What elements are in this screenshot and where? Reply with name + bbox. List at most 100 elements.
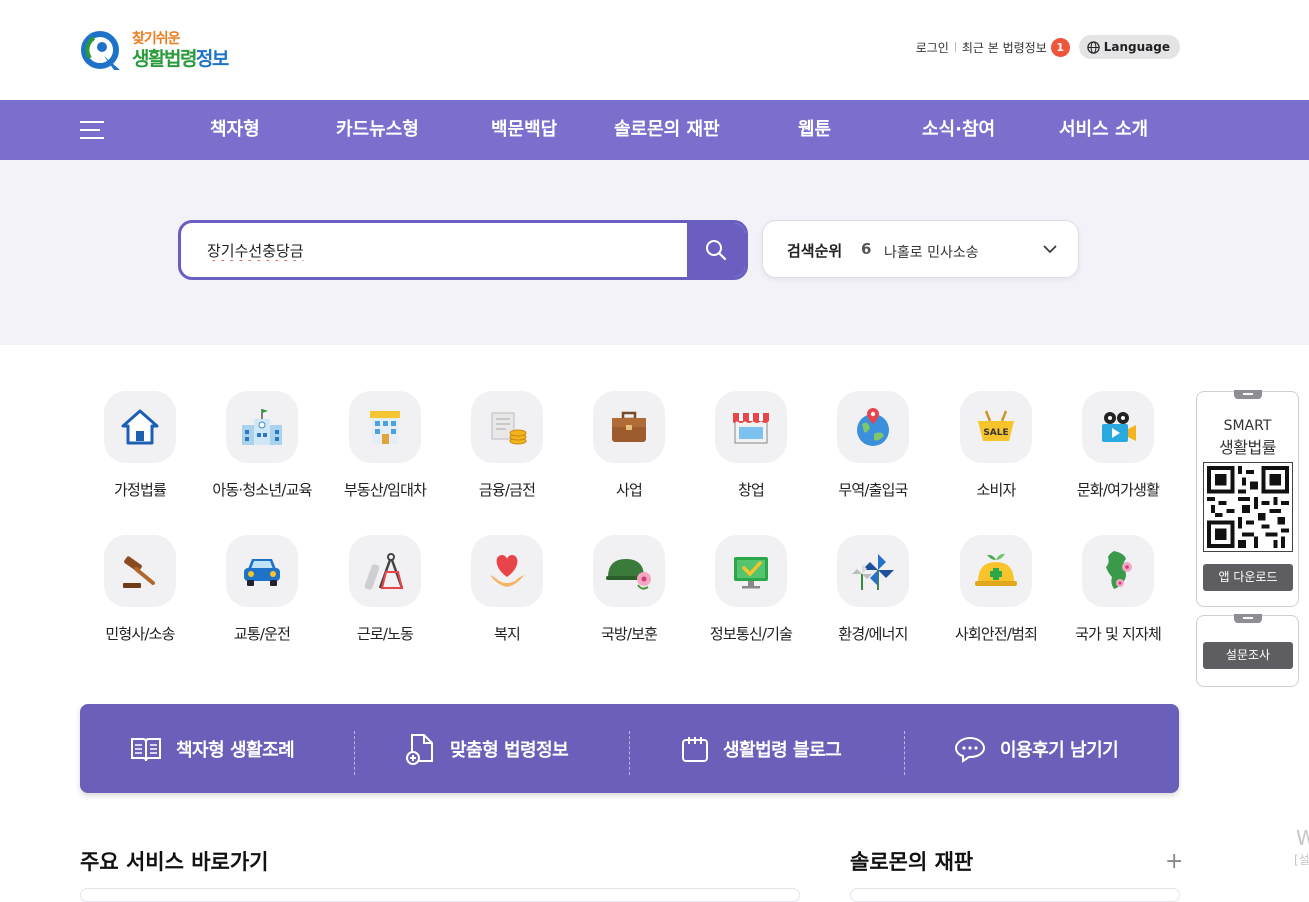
- quick-divider: [904, 731, 905, 775]
- briefcase-icon: [612, 411, 646, 442]
- korea-map-icon: [1106, 551, 1132, 589]
- gavel-icon: [123, 556, 155, 588]
- app-download-button[interactable]: 앱 다운로드: [1203, 564, 1293, 591]
- watermark-text: W: [1296, 826, 1309, 850]
- category-culture[interactable]: 문화/여가생활: [1058, 391, 1178, 500]
- smart-app-widget: SMART 생활법률 앱 다운로드: [1196, 390, 1299, 607]
- smart-label: SMART: [1223, 418, 1272, 434]
- helmet-icon: [606, 559, 651, 590]
- solomon-card: [850, 888, 1180, 902]
- main-services-card: [80, 888, 800, 902]
- smart-subtitle: 생활법률: [1219, 438, 1276, 457]
- survey-widget: 설문조사: [1196, 614, 1299, 687]
- house-icon: [121, 409, 159, 445]
- category-icon-tile: [593, 535, 665, 607]
- search-input[interactable]: [181, 223, 686, 277]
- nav-cardnews[interactable]: 카드뉴스형: [336, 100, 419, 160]
- quick-booklet-ordinance[interactable]: 책자형 생활조례: [130, 704, 295, 793]
- rank-keyword[interactable]: 나홀로 민사소송: [884, 242, 979, 262]
- nav-solomon[interactable]: 솔로몬의 재판: [614, 100, 720, 160]
- document-add-icon: [406, 733, 433, 765]
- category-traffic[interactable]: 교통/운전: [202, 535, 322, 644]
- category-business[interactable]: 사업: [569, 391, 689, 500]
- quick-divider: [354, 731, 355, 775]
- utility-menu: 로그인 최근 본 법령정보 1 Language: [916, 35, 1180, 59]
- category-icon-tile: [226, 535, 298, 607]
- quick-links-bar: 책자형 생활조례 맞춤형 법령정보 생활법령 블로그 이용후기 남기기: [80, 704, 1179, 793]
- quick-custom-law[interactable]: 맞춤형 법령정보: [404, 704, 569, 793]
- watermark-subtext: [설: [1294, 853, 1309, 867]
- pinwheel-icon: [852, 554, 894, 590]
- nav-webtoon[interactable]: 웹툰: [798, 100, 831, 160]
- category-civil-criminal[interactable]: 민형사/소송: [80, 535, 200, 644]
- category-consumer[interactable]: SALE 소비자: [936, 391, 1056, 500]
- money-icon: [491, 412, 527, 445]
- site-logo[interactable]: 찾기쉬운 생활법령정보: [80, 26, 250, 76]
- category-icon-tile: [104, 535, 176, 607]
- nav-about[interactable]: 서비스 소개: [1059, 100, 1148, 160]
- category-trade[interactable]: 무역/출입국: [813, 391, 933, 500]
- category-icon-tile: [1082, 391, 1154, 463]
- safety-helmet-icon: [975, 553, 1017, 586]
- survey-button[interactable]: 설문조사: [1203, 642, 1293, 669]
- category-education[interactable]: 아동·청소년/교육: [202, 391, 322, 500]
- drafting-tools-icon: [364, 553, 404, 590]
- solomon-heading: 솔로몬의 재판: [850, 850, 974, 874]
- category-real-estate[interactable]: 부동산/임대차: [325, 391, 445, 500]
- category-icon-tile: [1082, 535, 1154, 607]
- login-link[interactable]: 로그인: [916, 39, 949, 56]
- chat-bubble-icon: [954, 736, 986, 763]
- category-icon-tile: [104, 391, 176, 463]
- main-nav: 책자형 카드뉴스형 백문백답 솔로몬의 재판 웹툰 소식·참여 서비스 소개: [0, 100, 1309, 160]
- category-environment[interactable]: 환경/에너지: [813, 535, 933, 644]
- building-icon: [370, 411, 400, 444]
- camera-icon: [1102, 412, 1136, 442]
- heart-hands-icon: [490, 555, 524, 587]
- category-icon-tile: [226, 391, 298, 463]
- widget-tab-icon: [1234, 614, 1262, 623]
- category-icon-tile: [837, 535, 909, 607]
- chevron-down-icon[interactable]: [1042, 241, 1058, 257]
- category-family-law[interactable]: 가정법률: [80, 391, 200, 500]
- monitor-icon: [734, 557, 768, 589]
- notepad-icon: [682, 736, 708, 762]
- rank-number: 6: [861, 240, 872, 258]
- category-icon-tile: [471, 535, 543, 607]
- category-safety[interactable]: 사회안전/범죄: [936, 535, 1056, 644]
- category-defense[interactable]: 국방/보훈: [569, 535, 689, 644]
- category-finance[interactable]: 금융/금전: [447, 391, 567, 500]
- category-labor[interactable]: 근로/노동: [325, 535, 445, 644]
- category-icon-tile: [715, 391, 787, 463]
- recent-laws-link[interactable]: 최근 본 법령정보: [962, 39, 1047, 56]
- search-button[interactable]: [687, 223, 745, 277]
- nav-news[interactable]: 소식·참여: [922, 100, 995, 160]
- globe-pin-icon: [857, 408, 889, 446]
- language-button[interactable]: Language: [1078, 35, 1180, 59]
- widget-tab-icon: [1234, 390, 1262, 399]
- logo-magnifier-icon: [81, 31, 120, 70]
- nav-booklet[interactable]: 책자형: [210, 100, 260, 160]
- globe-icon: [1087, 40, 1100, 54]
- category-icon-tile: [349, 391, 421, 463]
- logo-title: 생활법령정보: [132, 48, 229, 70]
- category-welfare[interactable]: 복지: [447, 535, 567, 644]
- category-ict[interactable]: 정보통신/기술: [691, 535, 811, 644]
- plus-icon[interactable]: +: [1165, 849, 1183, 874]
- search-rank-dropdown[interactable]: 검색순위 6 나홀로 민사소송: [762, 220, 1079, 278]
- category-startup[interactable]: 창업: [691, 391, 811, 500]
- category-icon-tile: [837, 391, 909, 463]
- main-services-heading: 주요 서비스 바로가기: [80, 850, 269, 874]
- open-book-icon: [131, 737, 161, 761]
- category-icon-tile: [349, 535, 421, 607]
- language-label: Language: [1103, 40, 1170, 54]
- category-government[interactable]: 국가 및 지자체: [1058, 535, 1178, 644]
- category-icon-tile: SALE: [960, 391, 1032, 463]
- qr-code-icon: [1203, 462, 1293, 552]
- sale-basket-icon: SALE: [978, 410, 1014, 441]
- hamburger-menu-icon[interactable]: [80, 120, 104, 140]
- category-icon-tile: [715, 535, 787, 607]
- quick-blog[interactable]: 생활법령 블로그: [681, 704, 842, 793]
- nav-qna[interactable]: 백문백답: [491, 100, 557, 160]
- quick-review[interactable]: 이용후기 남기기: [954, 704, 1119, 793]
- svg-text:SALE: SALE: [983, 428, 1008, 438]
